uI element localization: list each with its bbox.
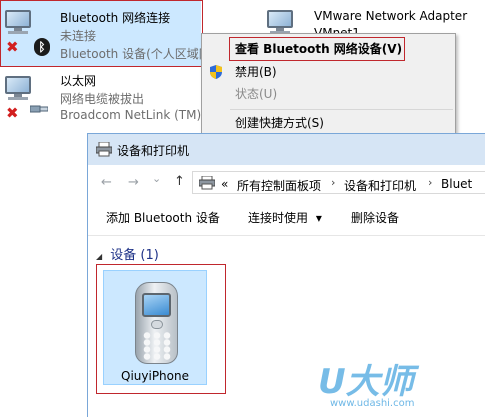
- network-adapter-icon: [5, 76, 35, 102]
- menu-item-create-shortcut[interactable]: 创建快捷方式(S): [202, 112, 455, 134]
- menu-item-label: 禁用(B): [235, 65, 277, 79]
- ethernet-connection-device: Broadcom NetLink (TM): [60, 108, 202, 122]
- chevron-down-icon: ▾: [315, 211, 322, 225]
- breadcrumb-all-control-panel-items[interactable]: 所有控制面板项: [237, 177, 321, 194]
- breadcrumb-separator-icon[interactable]: ›: [331, 176, 335, 189]
- remove-device-button[interactable]: 删除设备: [351, 209, 399, 226]
- collapse-arrow-icon: ◢: [96, 252, 103, 261]
- breadcrumb-bluetooth[interactable]: Bluet: [441, 177, 472, 191]
- connect-using-label: 连接时使用: [248, 211, 309, 225]
- connect-using-button[interactable]: 连接时使用 ▾: [248, 209, 322, 226]
- command-bar: 添加 Bluetooth 设备 连接时使用 ▾ 删除设备: [88, 198, 485, 236]
- ethernet-connection-item[interactable]: ✖ 以太网 网络电缆被拔出 Broadcom NetLink (TM): [0, 68, 203, 128]
- device-group-header[interactable]: ◢ 设备 (1): [96, 244, 159, 263]
- device-group-label: 设备 (1): [110, 248, 159, 263]
- vmware-connection-name: VMware Network Adapter: [314, 9, 468, 23]
- ethernet-cable-icon: [30, 105, 48, 113]
- printer-icon: [96, 142, 112, 157]
- back-arrow-icon[interactable]: ←: [101, 175, 112, 190]
- disconnected-x-icon: ✖: [6, 104, 19, 122]
- recent-dropdown-icon[interactable]: ⌄: [152, 172, 161, 185]
- menu-highlight-box: [229, 37, 405, 61]
- breadcrumb-devices-and-printers[interactable]: 设备和打印机: [344, 177, 416, 194]
- shield-icon: [210, 65, 222, 79]
- menu-item-status[interactable]: 状态(U): [202, 83, 455, 105]
- up-arrow-icon[interactable]: ↑: [174, 174, 185, 189]
- watermark-logo: U大师 www.udashi.com: [318, 354, 478, 414]
- ethernet-connection-status: 网络电缆被拔出: [60, 92, 145, 106]
- device-highlight-box: [96, 264, 226, 394]
- control-panel-icon: [199, 176, 215, 190]
- menu-item-label: 状态(U): [235, 87, 278, 101]
- breadcrumb-overflow[interactable]: «: [221, 177, 228, 191]
- add-bluetooth-device-button[interactable]: 添加 Bluetooth 设备: [106, 209, 220, 226]
- menu-separator: [230, 109, 453, 110]
- context-menu: 查看 Bluetooth 网络设备(V) 禁用(B) 状态(U) 创建快捷方式(…: [201, 33, 456, 137]
- bluetooth-highlight-box: [0, 0, 203, 67]
- bluetooth-connection-item[interactable]: ✖ ᛒ Bluetooth 网络连接 未连接 Bluetooth 设备(个人区域…: [0, 0, 211, 67]
- watermark-brand: U大师: [318, 362, 414, 402]
- menu-item-disable[interactable]: 禁用(B): [202, 61, 455, 83]
- watermark-url: www.udashi.com: [330, 398, 415, 409]
- menu-item-label: 创建快捷方式(S): [235, 116, 324, 130]
- window-title: 设备和打印机: [117, 144, 190, 158]
- address-bar[interactable]: « 所有控制面板项 › 设备和打印机 › Bluet: [192, 171, 485, 194]
- window-titlebar: 设备和打印机: [88, 134, 485, 165]
- ethernet-connection-name: 以太网: [60, 74, 97, 88]
- forward-arrow-icon[interactable]: →: [128, 175, 139, 190]
- breadcrumb-separator-icon[interactable]: ›: [428, 176, 432, 189]
